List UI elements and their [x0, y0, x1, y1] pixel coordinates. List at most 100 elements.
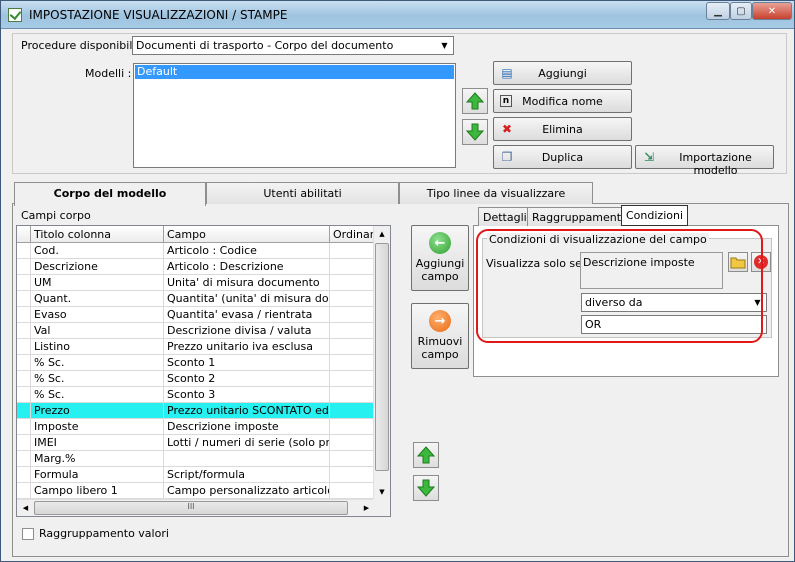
row-indicator-cell[interactable] [17, 483, 31, 499]
row-indicator-cell[interactable] [17, 467, 31, 483]
subtab-dettagli[interactable]: Dettagli [478, 207, 532, 226]
campo-cell[interactable]: Script/formula [164, 467, 330, 483]
aggiungi-button[interactable]: ▤ Aggiungi [493, 61, 632, 85]
titolo-cell[interactable]: Marg.% [31, 451, 164, 467]
grid-horizontal-scrollbar[interactable]: ◀ III ▶ [17, 499, 375, 516]
rimuovi-campo-button[interactable]: → Rimuovi campo [411, 303, 469, 369]
list-item[interactable]: Default [135, 65, 454, 79]
tab-utenti-abilitati[interactable]: Utenti abilitati [206, 182, 399, 204]
move-field-up-button[interactable] [413, 442, 439, 468]
campo-cell[interactable]: Quantita' (unita' di misura docum... [164, 291, 330, 307]
table-row[interactable]: Formula Script/formula [17, 467, 390, 483]
campo-cell[interactable]: Prezzo unitario SCONTATO ed I... [164, 403, 330, 419]
titolo-cell[interactable]: Prezzo [31, 403, 164, 419]
procedure-select[interactable]: Documenti di trasporto - Corpo del docum… [132, 36, 454, 55]
titolo-cell[interactable]: Campo libero 1 [31, 483, 164, 499]
row-indicator-cell[interactable] [17, 419, 31, 435]
titolo-cell[interactable]: Evaso [31, 307, 164, 323]
close-button[interactable]: ✕ [752, 2, 792, 20]
titolo-cell[interactable]: % Sc. [31, 355, 164, 371]
move-field-down-button[interactable] [413, 475, 439, 501]
subtab-condizioni[interactable]: Condizioni [621, 205, 689, 226]
table-row[interactable]: Imposte Descrizione imposte [17, 419, 390, 435]
campo-cell[interactable] [164, 451, 330, 467]
titolo-cell[interactable]: Quant. [31, 291, 164, 307]
row-indicator-cell[interactable] [17, 243, 31, 259]
subtab-raggruppamento[interactable]: Raggruppamento [527, 207, 633, 226]
modifica-nome-button[interactable]: n Modifica nome [493, 89, 632, 113]
maximize-button[interactable]: ▢ [730, 2, 752, 20]
importazione-modello-button[interactable]: ⇲ Importazione modello [635, 145, 774, 177]
table-row[interactable]: Quant.Quantita' (unita' di misura docum.… [17, 291, 390, 307]
duplica-button[interactable]: ❐ Duplica [493, 145, 632, 169]
table-row[interactable]: Val Descrizione divisa / valuta [17, 323, 390, 339]
row-indicator-cell[interactable] [17, 259, 31, 275]
row-indicator-cell[interactable] [17, 275, 31, 291]
row-indicator-cell[interactable] [17, 371, 31, 387]
move-model-up-button[interactable] [462, 88, 488, 114]
vertical-scroll-thumb[interactable] [375, 243, 389, 471]
titolo-cell[interactable]: % Sc. [31, 371, 164, 387]
scroll-up-icon[interactable]: ▲ [374, 226, 390, 243]
table-row[interactable]: Cod. Articolo : Codice [17, 243, 390, 259]
titolo-cell[interactable]: IMEI [31, 435, 164, 451]
row-indicator-cell[interactable] [17, 355, 31, 371]
titolo-cell[interactable]: % Sc. [31, 387, 164, 403]
campo-cell[interactable]: Unita' di misura documento [164, 275, 330, 291]
row-indicator-cell[interactable] [17, 339, 31, 355]
titolo-cell[interactable]: Imposte [31, 419, 164, 435]
titolo-cell[interactable]: UM [31, 275, 164, 291]
titolo-cell[interactable]: Formula [31, 467, 164, 483]
table-row[interactable]: % Sc. Sconto 1 [17, 355, 390, 371]
table-row[interactable]: Prezzo Prezzo unitario SCONTATO ed I... [17, 403, 390, 419]
minimize-button[interactable]: ▁ [706, 2, 730, 20]
elimina-button[interactable]: ✖ Elimina [493, 117, 632, 141]
grid-vertical-scrollbar[interactable]: ▲ ▼ [373, 226, 390, 501]
campo-cell[interactable]: Sconto 1 [164, 355, 330, 371]
raggruppamento-valori-checkbox[interactable] [22, 528, 34, 540]
row-indicator-cell[interactable] [17, 307, 31, 323]
titolo-cell[interactable]: Listino [31, 339, 164, 355]
table-row[interactable]: Evaso Quantita' evasa / rientrata [17, 307, 390, 323]
titolo-cell[interactable]: Descrizione [31, 259, 164, 275]
column-header-titolo[interactable]: Titolo colonna [31, 226, 164, 243]
table-row[interactable]: Campo libero 1 Campo personalizzato artic… [17, 483, 390, 499]
table-row[interactable]: IMEILotti / numeri di serie (solo primi … [17, 435, 390, 451]
aggiungi-campo-button[interactable]: ← Aggiungi campo [411, 225, 469, 291]
move-model-down-button[interactable] [462, 119, 488, 145]
row-indicator-cell[interactable] [17, 435, 31, 451]
table-row[interactable]: UM Unita' di misura documento [17, 275, 390, 291]
titolo-cell[interactable]: Cod. [31, 243, 164, 259]
campo-cell[interactable]: Lotti / numeri di serie (solo primi ... [164, 435, 330, 451]
row-indicator-cell[interactable] [17, 387, 31, 403]
column-header-campo[interactable]: Campo [164, 226, 330, 243]
row-indicator-cell[interactable] [17, 403, 31, 419]
campi-corpo-grid[interactable]: Titolo colonna Campo Ordinamen Cod. Artic… [16, 225, 391, 517]
elimina-label: Elimina [542, 123, 583, 136]
campo-cell[interactable]: Articolo : Codice [164, 243, 330, 259]
tab-corpo-del-modello[interactable]: Corpo del modello [14, 182, 206, 206]
titolo-cell[interactable]: Val [31, 323, 164, 339]
row-indicator-cell[interactable] [17, 291, 31, 307]
scroll-left-icon[interactable]: ◀ [17, 500, 34, 516]
campo-cell[interactable]: Campo personalizzato articolo (s... [164, 483, 330, 499]
modelli-listbox[interactable]: Default [133, 63, 456, 168]
table-row[interactable]: % Sc. Sconto 2 [17, 371, 390, 387]
campo-cell[interactable]: Prezzo unitario iva esclusa [164, 339, 330, 355]
horizontal-scroll-thumb[interactable]: III [34, 501, 348, 515]
tab-tipo-linee[interactable]: Tipo linee da visualizzare [399, 182, 593, 204]
title-bar[interactable]: IMPOSTAZIONE VISUALIZZAZIONI / STAMPE ▁ … [1, 1, 794, 29]
campo-cell[interactable]: Descrizione divisa / valuta [164, 323, 330, 339]
table-row[interactable]: % Sc. Sconto 3 [17, 387, 390, 403]
campo-cell[interactable]: Sconto 3 [164, 387, 330, 403]
campo-cell[interactable]: Sconto 2 [164, 371, 330, 387]
row-indicator-cell[interactable] [17, 451, 31, 467]
campo-cell[interactable]: Descrizione imposte [164, 419, 330, 435]
table-row[interactable]: Descrizione Articolo : Descrizione [17, 259, 390, 275]
table-row[interactable]: Listino Prezzo unitario iva esclusa [17, 339, 390, 355]
campo-cell[interactable]: Articolo : Descrizione [164, 259, 330, 275]
campo-cell[interactable]: Quantita' evasa / rientrata [164, 307, 330, 323]
scroll-corner [373, 499, 390, 516]
table-row[interactable]: Marg.% [17, 451, 390, 467]
row-indicator-cell[interactable] [17, 323, 31, 339]
